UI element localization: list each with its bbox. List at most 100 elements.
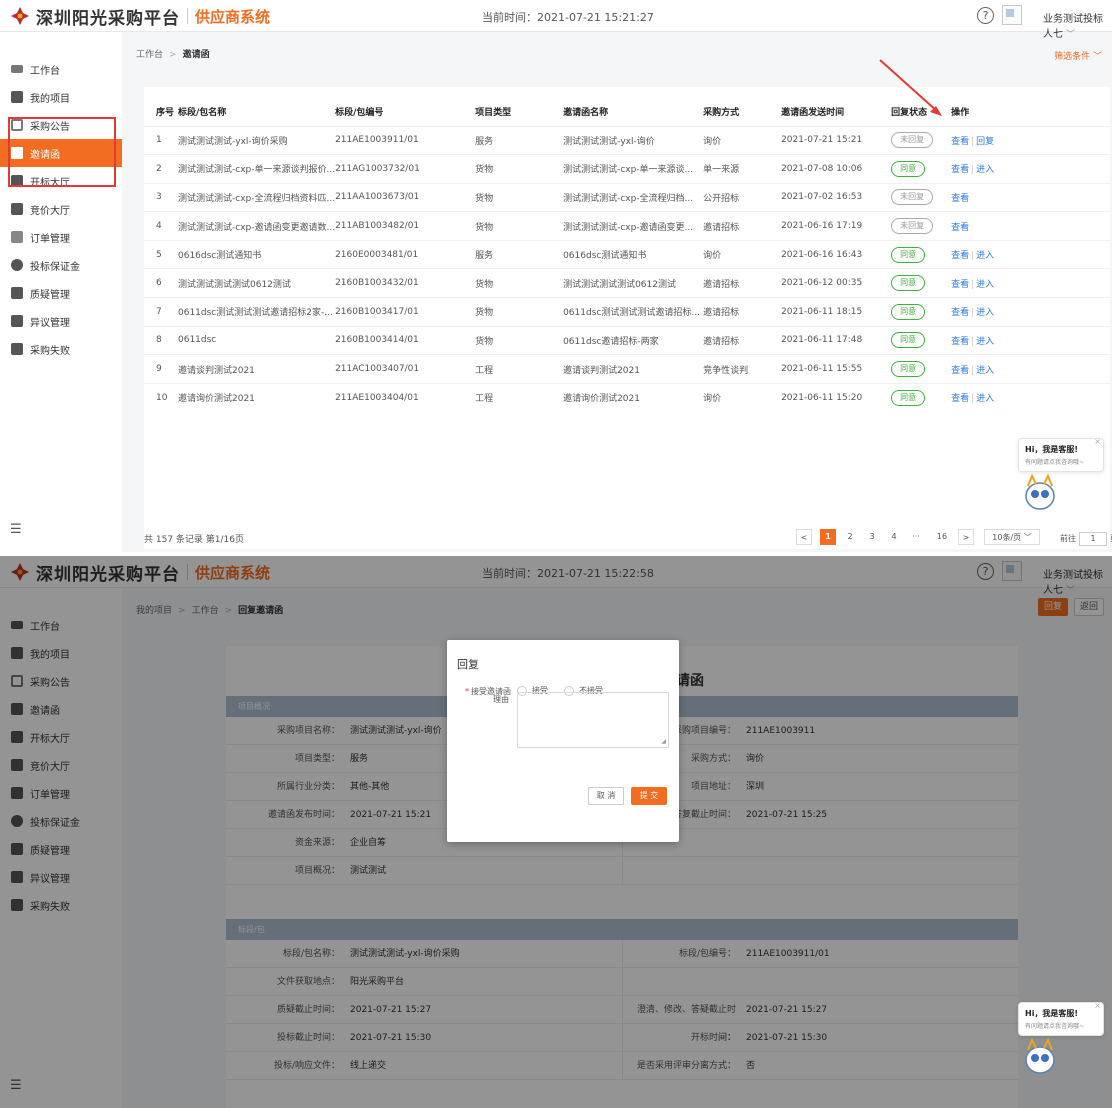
enter-link[interactable]: 进入 xyxy=(976,366,994,376)
avatar[interactable] xyxy=(1002,5,1022,25)
annotation-highlight-box xyxy=(8,117,116,187)
view-link[interactable]: 查看 xyxy=(951,223,969,233)
table-row: 5 0616dsc测试通知书 2160E0003481/01 服务 0616dsc测试通… xyxy=(144,239,1110,269)
col-section-code: 标段/包编号 xyxy=(335,108,384,119)
bot-greeting: Hi，我是客服! xyxy=(1025,445,1079,454)
cell-section-code: 2160B1003417/01 xyxy=(335,297,476,327)
cell-project-type: 货物 xyxy=(475,268,564,298)
cell-invitation-name: 测试测试测试-cxp-全流程归档... xyxy=(563,182,704,212)
sidebar-item-label: 我的项目 xyxy=(30,93,70,105)
cell-send-time: 2021-06-11 18:15 xyxy=(781,297,892,327)
page-2-button[interactable]: 2 xyxy=(842,529,858,545)
page-1-button[interactable]: 1 xyxy=(820,529,836,545)
cell-actions: 查看 | 进入 xyxy=(951,325,1110,355)
view-link[interactable]: 查看 xyxy=(951,280,969,290)
page-4-button[interactable]: 4 xyxy=(886,529,902,545)
enter-link[interactable]: 进入 xyxy=(976,308,994,318)
cell-section-code: 211AG1003732/01 xyxy=(335,154,476,184)
top-bar: 深圳阳光采购平台 供应商系统 当前时间：2021-07-21 15:21:27 … xyxy=(0,0,1112,40)
cell-method: 询价 xyxy=(703,239,782,269)
sidebar-item-my-projects[interactable]: 我的项目 xyxy=(0,83,122,111)
sidebar-item-orders[interactable]: 订单管理 xyxy=(0,223,122,251)
resize-grip-icon[interactable]: ◢ xyxy=(661,738,666,745)
enter-link[interactable]: 进入 xyxy=(976,280,994,290)
page-ellipsis[interactable]: ··· xyxy=(908,529,924,545)
status-badge: 同意 xyxy=(891,361,926,378)
enter-link[interactable]: 进入 xyxy=(976,337,994,347)
customer-service-widget[interactable]: × Hi，我是客服! 有问题请点我咨询哦~ xyxy=(1018,1001,1104,1081)
col-section-name: 标段/包名称 xyxy=(178,108,227,119)
cell-method: 邀请招标 xyxy=(703,297,782,327)
status-badge: 同意 xyxy=(891,332,926,349)
cell-section-name: 测试测试测试-cxp-全流程归档资料匹... xyxy=(178,182,336,212)
prev-page-button[interactable]: < xyxy=(796,529,812,545)
cell-method: 询价 xyxy=(703,125,782,155)
page-size-select[interactable]: 10条/页 ﹀ xyxy=(984,529,1040,545)
enter-link[interactable]: 进入 xyxy=(976,251,994,261)
enter-link[interactable]: 进入 xyxy=(976,394,994,404)
view-link[interactable]: 查看 xyxy=(951,251,969,261)
view-link[interactable]: 查看 xyxy=(951,194,969,204)
reason-label: 理由 xyxy=(493,695,509,704)
view-link[interactable]: 查看 xyxy=(951,366,969,376)
filter-toggle[interactable]: 筛选条件 ﹀ xyxy=(1054,49,1102,62)
platform-logo[interactable]: 深圳阳光采购平台 供应商系统 xyxy=(10,5,270,29)
help-icon[interactable]: ? xyxy=(977,7,994,24)
sidebar-item-challenges[interactable]: 质疑管理 xyxy=(0,279,122,307)
order-icon xyxy=(11,231,23,243)
cell-invitation-name: 邀请谈判测试2021 xyxy=(563,354,704,384)
col-actions: 操作 xyxy=(951,108,970,119)
view-link[interactable]: 查看 xyxy=(951,308,969,318)
reply-invitation-screen: 深圳阳光采购平台 供应商系统 当前时间：2021-07-21 15:22:58 … xyxy=(0,556,1112,1108)
cell-reply-status: 未回复 xyxy=(891,182,952,212)
cell-project-type: 服务 xyxy=(475,125,564,155)
cell-section-name: 0611dsc测试测试测试邀请招标2家-... xyxy=(178,297,336,327)
cell-section-code: 211AB1003482/01 xyxy=(335,211,476,241)
cell-actions: 查看 xyxy=(951,182,1110,212)
sidebar-item-label: 竞价大厅 xyxy=(30,205,70,217)
breadcrumb-workbench[interactable]: 工作台 xyxy=(136,50,163,60)
page-16-button[interactable]: 16 xyxy=(934,529,950,545)
status-badge: 未回复 xyxy=(891,189,934,206)
cell-no: 10 xyxy=(144,382,178,412)
cell-reply-status: 同意 xyxy=(891,268,952,298)
submit-button[interactable]: 提 交 xyxy=(631,787,667,805)
sidebar-item-bid-deposit[interactable]: 投标保证金 xyxy=(0,251,122,279)
enter-link[interactable]: 进入 xyxy=(976,165,994,175)
cell-section-code: 211AC1003407/01 xyxy=(335,354,476,384)
cell-send-time: 2021-06-12 00:35 xyxy=(781,268,892,298)
cell-invitation-name: 0611dsc测试测试测试邀请招标... xyxy=(563,297,704,327)
status-badge: 未回复 xyxy=(891,218,934,235)
sidebar-item-auction-hall[interactable]: 竞价大厅 xyxy=(0,195,122,223)
cell-send-time: 2021-07-21 15:21 xyxy=(781,125,892,155)
sidebar-item-label: 工作台 xyxy=(30,65,60,77)
view-link[interactable]: 查看 xyxy=(951,394,969,404)
collapse-menu-icon[interactable]: ☰ xyxy=(10,522,22,537)
cell-section-name: 测试测试测试-cxp-单一来源谈判报价... xyxy=(178,154,336,184)
goto-page-input[interactable]: 1 xyxy=(1079,532,1107,546)
table-row: 6 测试测试测试测试0612测试 2160B1003432/01 货物 测试测试测试测试… xyxy=(144,268,1110,298)
view-link[interactable]: 查看 xyxy=(951,165,969,175)
view-link[interactable]: 查看 xyxy=(951,337,969,347)
reason-textarea[interactable]: ◢ xyxy=(517,692,669,748)
cell-method: 单一来源 xyxy=(703,154,782,184)
cancel-button[interactable]: 取 消 xyxy=(588,787,624,805)
view-link[interactable]: 查看 xyxy=(951,137,969,147)
reply-link[interactable]: 回复 xyxy=(976,137,994,147)
table-row: 8 0611dsc 2160B1003414/01 货物 0611dsc邀请招标-两家邀… xyxy=(144,325,1110,355)
sidebar-item-procurement-failed[interactable]: 采购失败 xyxy=(0,335,122,363)
close-icon[interactable]: × xyxy=(1094,1001,1101,1010)
action-separator: | xyxy=(971,251,975,262)
cell-actions: 查看 | 进入 xyxy=(951,154,1110,184)
status-badge: 同意 xyxy=(891,246,926,263)
close-icon[interactable]: × xyxy=(1094,437,1101,446)
cell-project-type: 货物 xyxy=(475,297,564,327)
sidebar-item-objections[interactable]: 异议管理 xyxy=(0,307,122,335)
sidebar-item-workbench[interactable]: 工作台 xyxy=(0,55,122,83)
next-page-button[interactable]: > xyxy=(958,529,974,545)
sidebar: 工作台 我的项目 采购公告 邀请函 开标大厅 竞价大厅 订单管理 投标保证金 质… xyxy=(0,32,122,552)
cell-section-code: 2160E0003481/01 xyxy=(335,239,476,269)
page-3-button[interactable]: 3 xyxy=(864,529,880,545)
customer-service-widget[interactable]: × Hi，我是客服! 有问题请点我咨询哦~ xyxy=(1018,437,1104,517)
cell-no: 2 xyxy=(144,154,178,184)
